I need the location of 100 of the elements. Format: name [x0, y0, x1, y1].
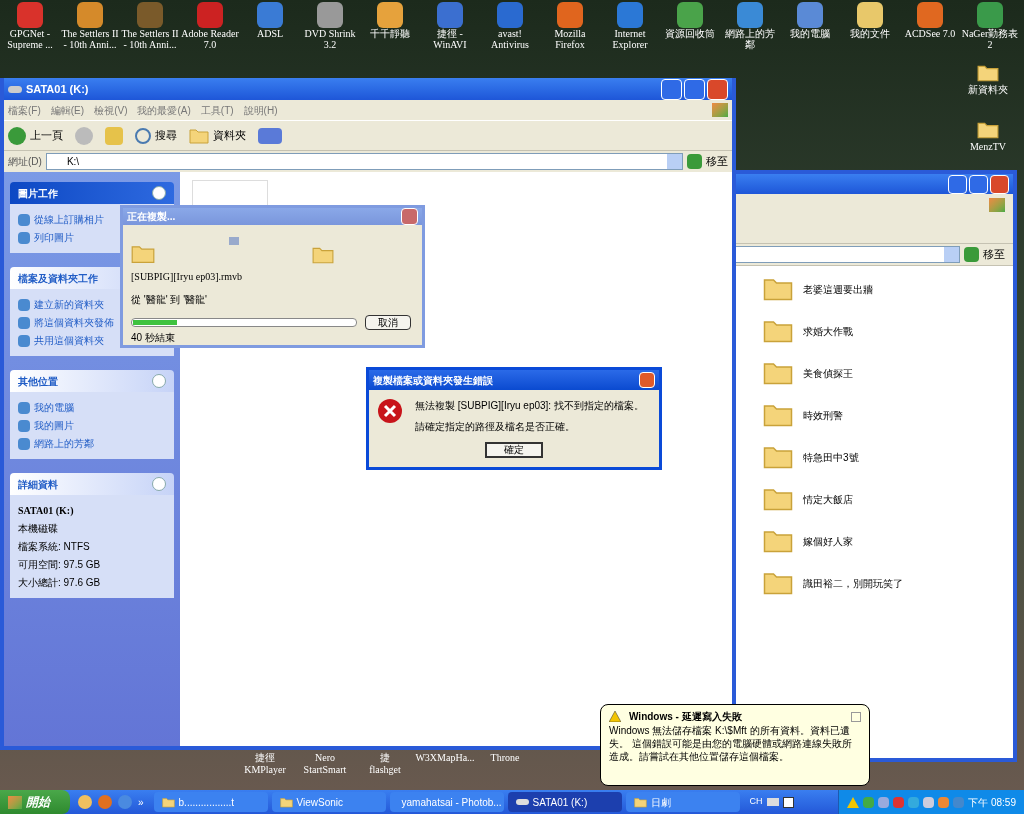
collapse-icon[interactable] — [152, 477, 166, 491]
menu-item[interactable]: 說明(H) — [243, 102, 278, 118]
desktop-app-icon[interactable] — [377, 2, 403, 28]
balloon-text: Windows 無法儲存檔案 K:\$Mft 的所有資料。資料已遺失。 這個錯誤可能是由您的電腦硬體或網路連線失敗所造成。請嘗試在其他位置儲存這個檔案。 — [609, 724, 853, 763]
cancel-button[interactable]: 取消 — [365, 315, 411, 330]
desktop-app-icon[interactable] — [977, 2, 1003, 28]
task-link[interactable]: 從線上訂購相片 — [34, 212, 104, 227]
folder-name[interactable]: 情定大飯店 — [803, 491, 853, 507]
folders-button[interactable]: 資料夾 — [189, 127, 246, 144]
quick-launch-icon[interactable] — [98, 795, 112, 809]
balloon-title: Windows - 延遲寫入失敗 — [629, 710, 742, 724]
desktop-icon-label: 千千靜聽 — [370, 28, 410, 39]
desktop-icon-label: The Settlers II — [121, 28, 179, 39]
task-link[interactable]: 我的圖片 — [34, 418, 74, 433]
folder-name[interactable]: 老婆這週要出牆 — [803, 281, 873, 297]
desktop-icon-label: Adobe Reader — [181, 28, 239, 39]
task-icon — [18, 316, 30, 329]
ok-button[interactable]: 確定 — [485, 442, 543, 458]
maximize-button[interactable] — [684, 78, 705, 100]
address-field[interactable]: K:\ — [45, 153, 683, 170]
panel-header[interactable]: 其他位置 — [10, 370, 174, 392]
desktop-app-icon[interactable] — [317, 2, 343, 28]
folder-name[interactable]: 時效刑警 — [803, 407, 843, 423]
task-link[interactable]: 我的電腦 — [34, 400, 74, 415]
desktop-app-icon[interactable] — [737, 2, 763, 28]
minimize-button[interactable] — [948, 174, 967, 194]
detail-text: 檔案系統: NTFS — [18, 540, 91, 554]
desktop-icon-label: ACDSee 7.0 — [904, 28, 956, 39]
taskbar-button[interactable]: SATA01 (K:) — [507, 792, 622, 812]
folder-icon — [763, 276, 793, 302]
desktop-icon-label: 捷 — [380, 752, 390, 764]
maximize-button[interactable] — [969, 174, 988, 194]
desktop-app-icon[interactable] — [77, 2, 103, 28]
tray-icon[interactable] — [923, 796, 935, 808]
panel-header[interactable]: 圖片工作 — [10, 182, 174, 204]
menu-item[interactable]: 編輯(E) — [50, 102, 85, 118]
close-button[interactable] — [990, 174, 1009, 194]
desktop-app-icon[interactable] — [797, 2, 823, 28]
language-indicator[interactable]: CH — [749, 795, 763, 809]
go-button[interactable]: 移至 — [687, 153, 728, 170]
more-chevron[interactable]: » — [138, 794, 144, 810]
menu-item[interactable]: 檢視(V) — [94, 102, 128, 118]
menu-item[interactable]: 我的最愛(A) — [137, 102, 191, 118]
taskbar-button[interactable]: ViewSonic — [271, 792, 386, 812]
desktop-icon-label: WinAVI — [433, 39, 467, 50]
desktop-icon-label: DVD Shrink — [304, 28, 356, 39]
panel-header[interactable]: 詳細資料 — [10, 473, 174, 495]
folder-icon — [763, 402, 793, 428]
desktop-icon-label: Antivirus — [491, 39, 529, 50]
desktop-icon-label: 資源回收筒 — [665, 28, 715, 39]
collapse-icon[interactable] — [152, 186, 166, 200]
desktop-app-icon[interactable] — [917, 2, 943, 28]
minimize-button[interactable] — [661, 78, 682, 100]
task-link[interactable]: 將這個資料夾發佈 — [34, 315, 114, 330]
desktop-app-icon[interactable] — [677, 2, 703, 28]
keyboard-icon[interactable] — [766, 798, 779, 806]
desktop-icon-label: Internet — [614, 28, 646, 39]
document-folder-icon — [131, 243, 155, 265]
desktop-icon-label: - 10th Anni... — [123, 39, 177, 50]
folder-icon — [763, 318, 793, 344]
desktop-icon-label: Nero — [315, 752, 335, 764]
close-button[interactable] — [707, 78, 728, 100]
desktop-app-icon[interactable] — [557, 2, 583, 28]
desktop-icon-label: 2 — [987, 39, 993, 50]
close-button[interactable] — [639, 372, 655, 388]
go-button[interactable]: 移至 — [964, 246, 1005, 263]
close-button[interactable] — [401, 208, 418, 225]
menu-item[interactable]: 檔案(F) — [8, 102, 41, 118]
desktop-icon-label: 我的電腦 — [790, 28, 830, 39]
start-button[interactable]: 開始 — [0, 790, 70, 814]
address-field[interactable] — [735, 246, 960, 263]
task-link[interactable]: 網路上的芳鄰 — [34, 436, 94, 451]
desktop-icon-label: 捷徑 — [255, 752, 275, 764]
task-link[interactable]: 共用這個資料夾 — [34, 333, 104, 348]
taskbar-button[interactable]: yamahatsai - Photob... — [389, 792, 504, 812]
back-button[interactable]: 上一頁 — [8, 126, 63, 145]
folder-name[interactable]: 美食偵探王 — [803, 365, 853, 381]
search-button[interactable]: 搜尋 — [135, 127, 177, 144]
desktop-icon-label: 3.2 — [323, 39, 337, 50]
help-icon[interactable] — [782, 796, 794, 808]
close-icon[interactable] — [851, 711, 861, 722]
desktop-icon-label: Explorer — [612, 39, 648, 50]
views-button[interactable] — [258, 127, 282, 144]
quick-launch-icon[interactable] — [78, 795, 92, 809]
desktop-icon-label: KMPlayer — [244, 764, 286, 776]
collapse-icon[interactable] — [152, 374, 166, 388]
task-link[interactable]: 建立新的資料夾 — [34, 297, 104, 312]
desktop-app-icon[interactable] — [857, 2, 883, 28]
warning-icon[interactable] — [847, 796, 860, 808]
desktop-icon-label: NaGer勤務表 — [961, 28, 1019, 39]
taskbar-button[interactable]: 日劇 — [625, 792, 740, 812]
folder-name[interactable]: 特急田中3號 — [803, 449, 859, 465]
copy-path-text: 從 '醫龍' 到 '醫龍' — [131, 293, 208, 307]
desktop-icon-label: 鄰 — [745, 39, 755, 50]
task-link[interactable]: 列印圖片 — [34, 230, 74, 245]
taskbar-button[interactable]: b.................t — [153, 792, 268, 812]
folder-name[interactable]: 識田裕二，別開玩笑了 — [803, 575, 903, 591]
folder-name[interactable]: 求婚大作戰 — [803, 323, 853, 339]
menu-item[interactable]: 工具(T) — [200, 102, 234, 118]
folder-name[interactable]: 嫁個好人家 — [803, 533, 853, 549]
